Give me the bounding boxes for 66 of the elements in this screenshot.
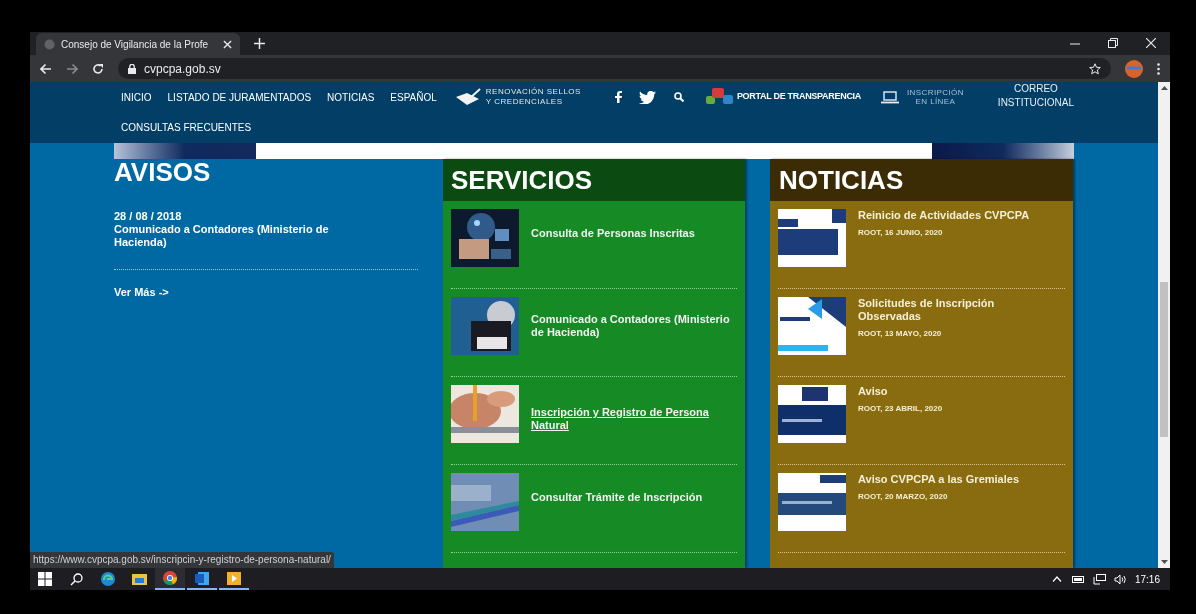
- ver-mas-link[interactable]: Ver Más ->: [114, 284, 418, 301]
- service-link[interactable]: Consulta de Personas Inscritas: [531, 227, 736, 240]
- portal-transparencia-link[interactable]: PORTAL DE TRANSPARENCIA: [736, 90, 861, 104]
- renovacion-link[interactable]: RENOVACIÓN SELLOS Y CREDENCIALES: [485, 87, 581, 107]
- news-title-link[interactable]: Reinicio de Actividades CVPCPA: [858, 209, 1058, 222]
- laptop-icon: [881, 90, 899, 104]
- scrollbar[interactable]: [1158, 82, 1170, 568]
- menu-icon[interactable]: [1157, 62, 1160, 75]
- chrome-icon[interactable]: [163, 571, 177, 585]
- nav-link[interactable]: NOTICIAS: [327, 89, 375, 105]
- news-meta: ROOT, 23 ABRIL, 2020: [858, 403, 944, 415]
- url-text: cvpcpa.gob.sv: [144, 60, 221, 78]
- search-icon[interactable]: [70, 572, 83, 586]
- reload-icon[interactable]: [92, 62, 104, 75]
- profile-avatar-icon[interactable]: [1125, 59, 1143, 78]
- status-url: https://www.cvpcpa.gob.sv/inscripcin-y-registro-de-persona-natural/: [30, 552, 334, 568]
- close-icon[interactable]: [223, 39, 232, 49]
- back-icon[interactable]: [40, 62, 52, 75]
- scroll-up-icon[interactable]: [1160, 86, 1168, 90]
- twitter-icon[interactable]: [638, 90, 656, 104]
- tab-title: Consejo de Vigilancia de la Profe: [61, 37, 210, 52]
- word-icon[interactable]: [195, 571, 209, 585]
- scroll-thumb[interactable]: [1160, 282, 1168, 437]
- new-tab-icon[interactable]: [254, 38, 265, 49]
- close-icon[interactable]: [1146, 38, 1156, 48]
- windows-start-icon[interactable]: [38, 572, 52, 586]
- news-title-link[interactable]: Solicitudes de Inscripción Observadas: [858, 297, 1058, 323]
- section-heading: NOTICIAS: [770, 159, 1073, 201]
- service-link[interactable]: Comunicado a Contadores (Ministerio de Hacienda): [531, 313, 736, 339]
- news-title-link[interactable]: Aviso: [858, 385, 1058, 398]
- inscripcion-link[interactable]: INSCRIPCIÓN EN LÍNEA: [907, 88, 964, 106]
- correo-link[interactable]: CORREO INSTITUCIONAL: [997, 81, 1074, 110]
- aviso-date: 28 / 08 / 2018: [114, 210, 183, 223]
- forward-icon[interactable]: [66, 62, 78, 75]
- news-title-link[interactable]: Aviso CVPCPA a las Gremiales: [858, 473, 1058, 486]
- search-icon[interactable]: [673, 92, 684, 102]
- aviso-link[interactable]: Comunicado a Contadores (Ministerio de Hacienda): [114, 223, 374, 249]
- nav-link[interactable]: INICIO: [121, 89, 152, 105]
- news-meta: ROOT, 13 MAYO, 2020: [858, 328, 943, 340]
- facebook-icon[interactable]: [614, 91, 622, 103]
- chevron-up-icon[interactable]: [1051, 576, 1062, 582]
- service-link[interactable]: Consultar Trámite de Inscripción: [531, 491, 736, 504]
- star-icon[interactable]: [1089, 62, 1101, 75]
- edge-icon[interactable]: [101, 572, 115, 586]
- pen-paper-icon: [454, 88, 482, 106]
- address-bar[interactable]: cvpcpa.gob.sv: [118, 58, 1111, 79]
- section-heading: AVISOS: [114, 158, 212, 186]
- restore-icon[interactable]: [1108, 38, 1118, 48]
- network-icon[interactable]: [1092, 573, 1106, 585]
- clock[interactable]: 17:16: [1134, 571, 1160, 587]
- nav-link[interactable]: CONSULTAS FRECUENTES: [121, 120, 252, 135]
- nav-link[interactable]: ESPAÑOL: [390, 89, 437, 105]
- media-player-icon[interactable]: [227, 571, 241, 585]
- browser-tab[interactable]: Consejo de Vigilancia de la Profe: [36, 33, 240, 55]
- globe-icon: [44, 38, 55, 50]
- service-link[interactable]: Inscripción y Registro de Persona Natural: [531, 406, 736, 432]
- speaker-icon[interactable]: [1113, 573, 1127, 585]
- battery-icon[interactable]: [1071, 574, 1085, 584]
- nav-link[interactable]: LISTADO DE JURAMENTADOS: [167, 89, 312, 105]
- news-meta: ROOT, 20 MARZO, 2020: [858, 491, 949, 503]
- news-meta: ROOT, 16 JUNIO, 2020: [858, 227, 944, 239]
- lock-icon: [128, 63, 136, 74]
- speech-bubbles-icon: [705, 87, 736, 107]
- scroll-down-icon[interactable]: [1160, 560, 1168, 564]
- section-heading: SERVICIOS: [443, 159, 745, 201]
- folder-icon[interactable]: [132, 573, 147, 585]
